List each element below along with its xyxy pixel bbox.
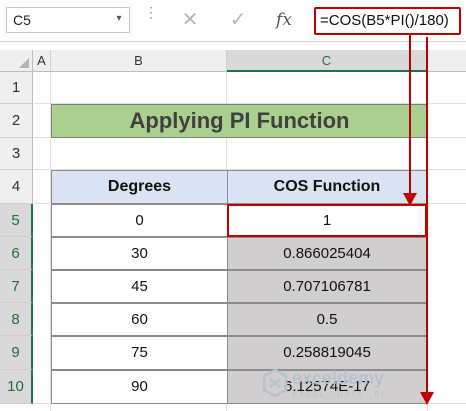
annotation-arrow	[403, 35, 434, 405]
